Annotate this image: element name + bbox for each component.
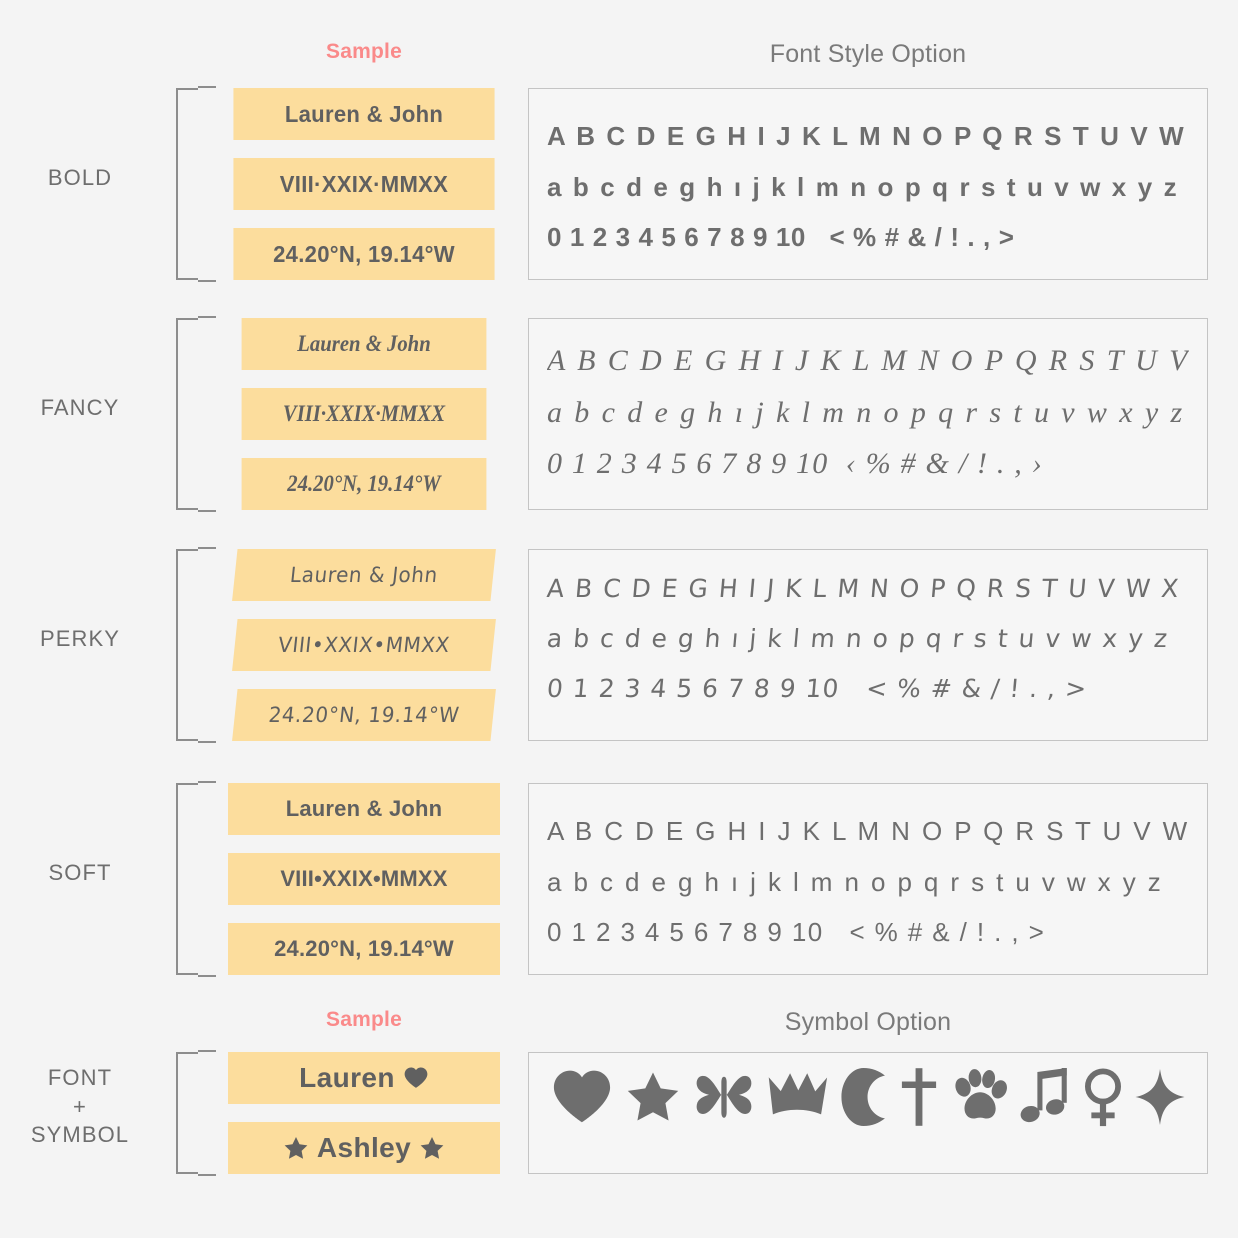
sample-chips-soft: Lauren & John VIII•XXIX•MMXX 24.20°N, 19… (228, 783, 500, 975)
bracket-cap-bottom (176, 508, 198, 510)
heart-icon (404, 1067, 428, 1088)
sample-chips-fancy: Lauren & John VIII·XXIX·MMXX 24.20°N, 19… (228, 318, 500, 510)
sample-chip[interactable]: VIII·XXIX·MMXX (233, 158, 495, 210)
star-symbol[interactable] (625, 1069, 681, 1125)
glyph-panel-fancy: A B C D E G H I J K L M N O P Q R S T U … (528, 318, 1208, 510)
glyph-line-numbers-symbols: 0 1 2 3 4 5 6 7 8 9 10 ‹ % # & / ! . , › (547, 438, 1189, 490)
sample-chip[interactable]: 24.20°N, 19.14°W (232, 689, 496, 741)
row-label-line-2: + (73, 1093, 87, 1119)
sample-chip-name-heart[interactable]: Lauren (228, 1052, 500, 1104)
row-label-bold: BOLD (47, 165, 113, 190)
symbol-option-panel (528, 1052, 1208, 1174)
glyph-symbols: < % # & / ! . , > (829, 222, 1015, 253)
row-label-line-1: FONT (47, 1065, 113, 1090)
sample-chip[interactable]: Lauren & John (232, 549, 496, 601)
glyph-numbers: 0 1 2 3 4 5 6 7 8 9 10 (547, 447, 829, 481)
bracket-cap-bottom (176, 1172, 198, 1174)
glyph-numbers: 0 1 2 3 4 5 6 7 8 9 10 (547, 917, 824, 948)
symbol-option-strip (529, 1053, 1207, 1141)
heart-symbol[interactable] (551, 1066, 613, 1128)
glyph-line-numbers-symbols: 0 1 2 3 4 5 6 7 8 9 10 < % # & / ! . , > (547, 212, 1189, 263)
bracket-soft (176, 781, 216, 977)
sample-chip[interactable]: 24.20°N, 19.14°W (241, 458, 487, 510)
venus-symbol[interactable] (1083, 1067, 1123, 1127)
glyph-line-uppercase: A B C D E G H I J K L M N O P Q R S T U … (547, 121, 1189, 151)
row-label-font-symbol: FONT + SYMBOL (0, 1064, 160, 1150)
symbol-option-header: Symbol Option (784, 1008, 952, 1036)
glyph-line-uppercase: A B C D E G H I J K L M N O P Q R S T U … (545, 574, 1192, 603)
star-icon (420, 1137, 444, 1159)
bracket-cap-top (176, 318, 198, 320)
sample-chip[interactable]: VIII•XXIX•MMXX (232, 619, 496, 671)
bracket-cap-bottom (176, 278, 198, 280)
sample-chips-font-symbol: Lauren Ashley (228, 1052, 500, 1174)
glyph-line-lowercase: a b c d e g h ı j k l m n o p q r s t u … (547, 395, 1185, 429)
glyph-numbers: 0 1 2 3 4 5 6 7 8 9 10 (547, 222, 806, 253)
row-label-fancy: FANCY (40, 395, 120, 420)
sample-chip-text: Lauren (299, 1062, 395, 1093)
sample-column-header-bottom: Sample (326, 1008, 402, 1031)
row-label-perky: PERKY (39, 626, 121, 651)
bottom-header-row: Sample Symbol Option (0, 1008, 1238, 1054)
sample-chip[interactable]: Lauren & John (233, 88, 495, 140)
bracket-cap-top (176, 1052, 198, 1054)
row-label-line-3: SYMBOL (30, 1122, 130, 1148)
bracket-cap-top (176, 549, 198, 551)
bracket-cap-top (176, 783, 198, 785)
bracket-font-symbol (176, 1050, 216, 1176)
font-style-option-header: Font Style Option (769, 40, 967, 68)
glyph-symbols: < % # & / ! . , > (864, 674, 1089, 703)
paw-symbol[interactable] (950, 1068, 1008, 1126)
glyph-line-lowercase: a b c d e g h ı j k l m n o p q r s t u … (547, 866, 1164, 897)
sample-column-header: Sample (326, 40, 402, 63)
sample-chip[interactable]: Lauren & John (228, 783, 500, 835)
bracket-fancy (176, 316, 216, 512)
glyph-line-numbers-symbols: 0 1 2 3 4 5 6 7 8 9 10 < % # & / ! . , > (545, 664, 1191, 714)
top-header-row: Sample Font Style Option (0, 40, 1238, 86)
sample-chip-name-stars[interactable]: Ashley (228, 1122, 500, 1174)
sample-chips-perky: Lauren & John VIII•XXIX•MMXX 24.20°N, 19… (228, 549, 500, 741)
bracket-cap-bottom (176, 973, 198, 975)
cross-symbol[interactable] (901, 1067, 937, 1127)
sample-chip[interactable]: 24.20°N, 19.14°W (233, 228, 495, 280)
glyph-panel-bold: A B C D E G H I J K L M N O P Q R S T U … (528, 88, 1208, 280)
bracket-cap-bottom (176, 739, 198, 741)
butterfly-symbol[interactable] (694, 1068, 754, 1126)
sample-chip[interactable]: VIII·XXIX·MMXX (241, 388, 487, 440)
moon-symbol[interactable] (841, 1068, 889, 1126)
glyph-line-uppercase: A B C D E G H I J K L M N O P Q R S T U … (547, 816, 1189, 846)
sample-chip[interactable]: 24.20°N, 19.14°W (228, 923, 500, 975)
sample-chip-text: Ashley (316, 1132, 412, 1163)
glyph-symbols: ‹ % # & / ! . , › (845, 447, 1043, 481)
font-style-option-chart: Sample Font Style Option BOLD Lauren & J… (0, 0, 1238, 1238)
glyph-line-lowercase: a b c d e g h ı j k l m n o p q r s t u … (547, 171, 1179, 202)
bracket-perky (176, 547, 216, 743)
glyph-symbols: < % # & / ! . , > (849, 917, 1046, 948)
crown-symbol[interactable] (766, 1070, 828, 1124)
star-icon (284, 1137, 308, 1159)
sample-chip[interactable]: Lauren & John (241, 318, 487, 370)
glyph-panel-perky: A B C D E G H I J K L M N O P Q R S T U … (528, 549, 1208, 741)
bracket-bold (176, 86, 216, 282)
glyph-line-lowercase: a b c d e g h ı j k l m n o p q r s t u … (545, 624, 1170, 653)
sample-chips-bold: Lauren & John VIII·XXIX·MMXX 24.20°N, 19… (228, 88, 500, 280)
sparkle-symbol[interactable] (1135, 1069, 1185, 1125)
sample-chip[interactable]: VIII•XXIX•MMXX (228, 853, 500, 905)
glyph-panel-soft: A B C D E G H I J K L M N O P Q R S T U … (528, 783, 1208, 975)
glyph-line-uppercase: A B C D E G H I J K L M N O P Q R S T U … (547, 344, 1189, 377)
music-note-symbol[interactable] (1020, 1068, 1070, 1126)
glyph-numbers: 0 1 2 3 4 5 6 7 8 9 10 (545, 674, 841, 703)
row-label-soft: SOFT (48, 860, 112, 885)
bracket-cap-top (176, 88, 198, 90)
glyph-line-numbers-symbols: 0 1 2 3 4 5 6 7 8 9 10 < % # & / ! . , > (547, 907, 1189, 958)
